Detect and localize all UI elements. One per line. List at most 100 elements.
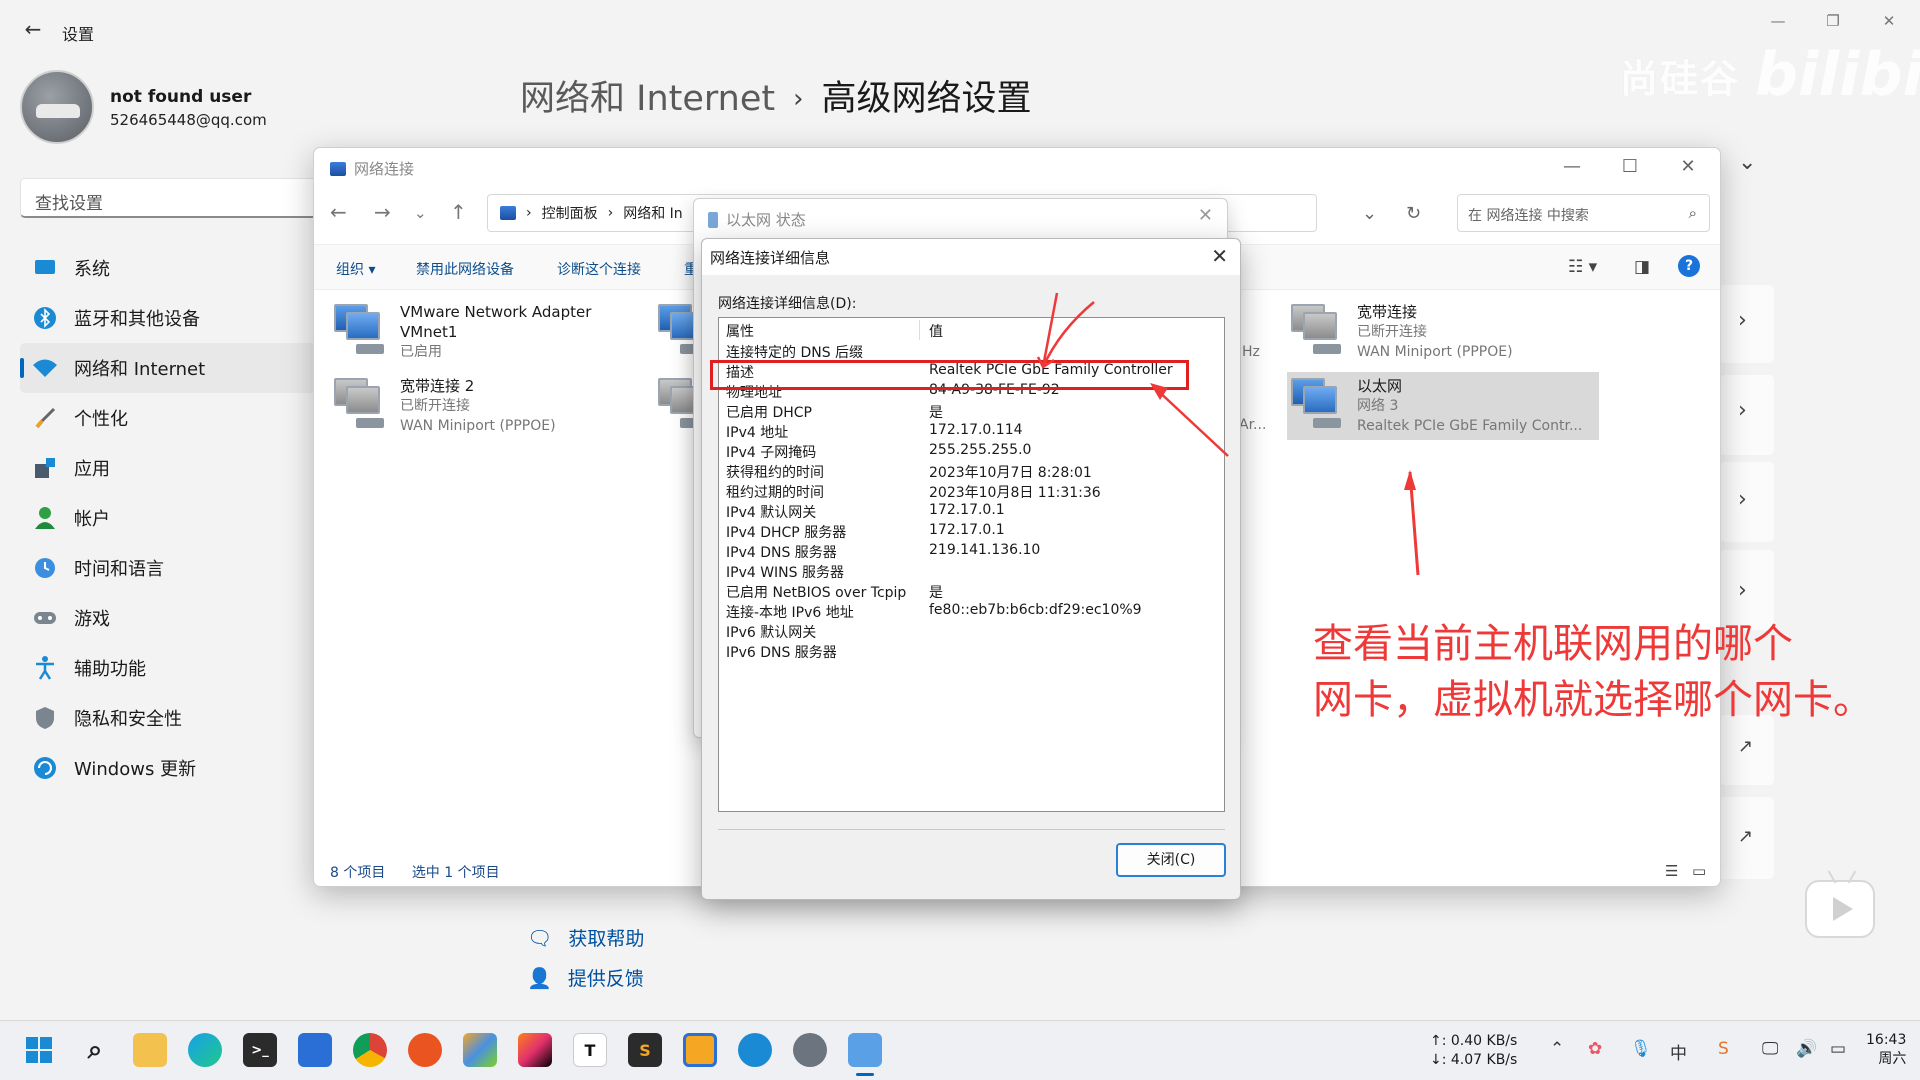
address-dropdown-icon[interactable]: ⌄ (1362, 203, 1377, 224)
battery-icon[interactable]: ▭ (1830, 1039, 1846, 1059)
file-explorer-icon[interactable] (133, 1033, 167, 1067)
active-indicator (856, 1073, 874, 1076)
chevron-right-icon: › (526, 205, 532, 221)
minimize-button[interactable]: — (1755, 6, 1801, 36)
back-arrow-icon[interactable]: ← (330, 200, 347, 224)
sidebar-item-label: 蓝牙和其他设备 (74, 309, 200, 330)
details-list[interactable]: 属性 值 连接特定的 DNS 后缀 描述 Realtek PCIe GbE Fam… (718, 317, 1225, 812)
get-help-link[interactable]: 🗨 获取帮助 (527, 924, 644, 951)
sidebar-item-windows-update[interactable]: Windows 更新 (20, 743, 320, 793)
settings-gear-icon[interactable] (793, 1033, 827, 1067)
display-icon[interactable]: 🖵 (1762, 1039, 1778, 1059)
diagnose-button[interactable]: 诊断这个连接 (557, 259, 641, 279)
close-icon[interactable]: ✕ (1198, 205, 1213, 226)
help-icon[interactable]: ? (1678, 255, 1700, 277)
ubuntu-icon[interactable] (408, 1033, 442, 1067)
terminal-icon[interactable]: >_ (243, 1033, 277, 1067)
sidebar-item-bluetooth[interactable]: 蓝牙和其他设备 (20, 293, 320, 343)
sidebar-item-apps[interactable]: 应用 (20, 443, 320, 493)
sidebar-item-network[interactable]: 网络和 Internet (20, 343, 320, 393)
sidebar-item-privacy[interactable]: 隐私和安全性 (20, 693, 320, 743)
settings-search-input[interactable]: 查找设置 (20, 178, 320, 218)
give-feedback-link[interactable]: 👤 提供反馈 (527, 964, 644, 991)
restore-button[interactable]: ❐ (1810, 6, 1856, 36)
view-options-icon[interactable]: ☷ ▾ (1568, 257, 1597, 277)
network-connections-icon[interactable] (848, 1033, 882, 1067)
chevron-right-icon[interactable]: › (1738, 578, 1747, 603)
connection-item-ethernet[interactable]: 以太网 网络 3 Realtek PCIe GbE Family Contr..… (1287, 372, 1599, 440)
address-segment[interactable]: 网络和 In (623, 203, 682, 223)
close-dialog-button[interactable]: 关闭(C) (1116, 843, 1226, 877)
feedback-icon: 👤 (527, 965, 552, 990)
connection-item-broadband-2[interactable]: 宽带连接 2 已断开连接 WAN Miniport (PPPOE) (330, 372, 630, 440)
back-arrow-icon[interactable]: ← (18, 16, 48, 42)
organize-button[interactable]: 组织 ▾ (336, 259, 375, 279)
apps-icon (32, 455, 58, 481)
explorer-search-input[interactable]: 在 网络连接 中搜索 ⌕ (1457, 194, 1710, 232)
network-globe-icon[interactable] (738, 1033, 772, 1067)
close-button[interactable]: ✕ (1660, 152, 1716, 182)
sidebar-item-gaming[interactable]: 游戏 (20, 593, 320, 643)
connection-item-broadband[interactable]: 宽带连接 已断开连接 WAN Miniport (PPPOE) (1287, 298, 1592, 366)
sidebar-item-personalization[interactable]: 个性化 (20, 393, 320, 443)
detail-row[interactable]: IPv6 DNS 服务器 (719, 639, 1224, 663)
connection-status: 网络 3 (1357, 398, 1399, 414)
truncated-text: Hz (1242, 344, 1260, 360)
connection-item-partial[interactable] (654, 372, 708, 440)
external-link-icon[interactable]: ↗ (1738, 826, 1753, 847)
sidebar-item-label: 帐户 (74, 509, 110, 530)
chevron-right-icon[interactable]: › (1738, 308, 1747, 333)
address-segment[interactable]: 控制面板 (542, 203, 598, 223)
column-divider[interactable] (919, 320, 920, 340)
typora-icon[interactable]: T (573, 1033, 607, 1067)
detail-value: 172.17.0.1 (929, 502, 1005, 518)
tiles-view-icon[interactable]: ▭ (1692, 862, 1706, 880)
external-link-icon[interactable]: ↗ (1738, 736, 1753, 757)
sublime-icon[interactable]: S (628, 1033, 662, 1067)
connection-item-partial[interactable] (654, 298, 708, 366)
recent-chevron-icon[interactable]: ⌄ (414, 204, 427, 222)
close-icon[interactable]: ✕ (1211, 244, 1228, 268)
minimize-button[interactable]: — (1544, 152, 1600, 182)
sogou-icon[interactable]: S (1718, 1039, 1729, 1059)
volume-icon[interactable]: 🔊 (1796, 1039, 1817, 1059)
sidebar-item-label: Windows 更新 (74, 759, 197, 780)
sidebar-item-time-language[interactable]: 时间和语言 (20, 543, 320, 593)
expand-chevron-icon[interactable]: ⌄ (1738, 150, 1756, 175)
close-button[interactable]: ✕ (1866, 6, 1912, 36)
refresh-icon[interactable]: ↻ (1406, 203, 1421, 224)
maximize-button[interactable]: ☐ (1602, 152, 1658, 182)
play-button[interactable] (1805, 880, 1875, 938)
start-windows-icon[interactable] (22, 1033, 56, 1067)
up-arrow-icon[interactable]: ↑ (450, 200, 467, 224)
column-header-value[interactable]: 值 (929, 321, 943, 341)
sidebar-item-accessibility[interactable]: 辅助功能 (20, 643, 320, 693)
chevron-up-icon[interactable]: ⌃ (1550, 1039, 1564, 1059)
details-view-icon[interactable]: ☰ (1665, 862, 1678, 880)
breadcrumb-parent[interactable]: 网络和 Internet (520, 79, 775, 119)
tray-app-icon[interactable]: ✿ (1588, 1039, 1602, 1059)
input-method-icon[interactable]: 中 (1670, 1039, 1687, 1064)
clock[interactable]: 16:43 周六 (1866, 1031, 1906, 1069)
connection-item-vmnet1[interactable]: VMware Network Adapter VMnet1 已启用 (330, 298, 630, 366)
microphone-icon[interactable]: 🎙 (1630, 1039, 1652, 1059)
avatar[interactable] (20, 70, 94, 144)
edge-browser-icon[interactable] (188, 1033, 222, 1067)
column-header-property[interactable]: 属性 (726, 321, 754, 341)
disable-device-button[interactable]: 禁用此网络设备 (416, 259, 514, 279)
sidebar-item-accounts[interactable]: 帐户 (20, 493, 320, 543)
chevron-right-icon[interactable]: › (1738, 398, 1747, 423)
store-icon[interactable] (298, 1033, 332, 1067)
search-icon[interactable]: ⌕ (78, 1033, 112, 1067)
get-help-label: 获取帮助 (568, 928, 645, 950)
chevron-right-icon[interactable]: › (1738, 487, 1747, 512)
app-icon[interactable] (463, 1033, 497, 1067)
chrome-icon[interactable] (353, 1033, 387, 1067)
sidebar-item-system[interactable]: 系统 (20, 243, 320, 293)
jetbrains-icon[interactable] (518, 1033, 552, 1067)
sidebar-item-label: 辅助功能 (74, 659, 146, 680)
vmware-icon[interactable] (683, 1033, 717, 1067)
forward-arrow-icon[interactable]: → (374, 200, 391, 224)
connection-name: 宽带连接 (1357, 303, 1418, 321)
preview-pane-icon[interactable]: ◨ (1634, 257, 1650, 277)
